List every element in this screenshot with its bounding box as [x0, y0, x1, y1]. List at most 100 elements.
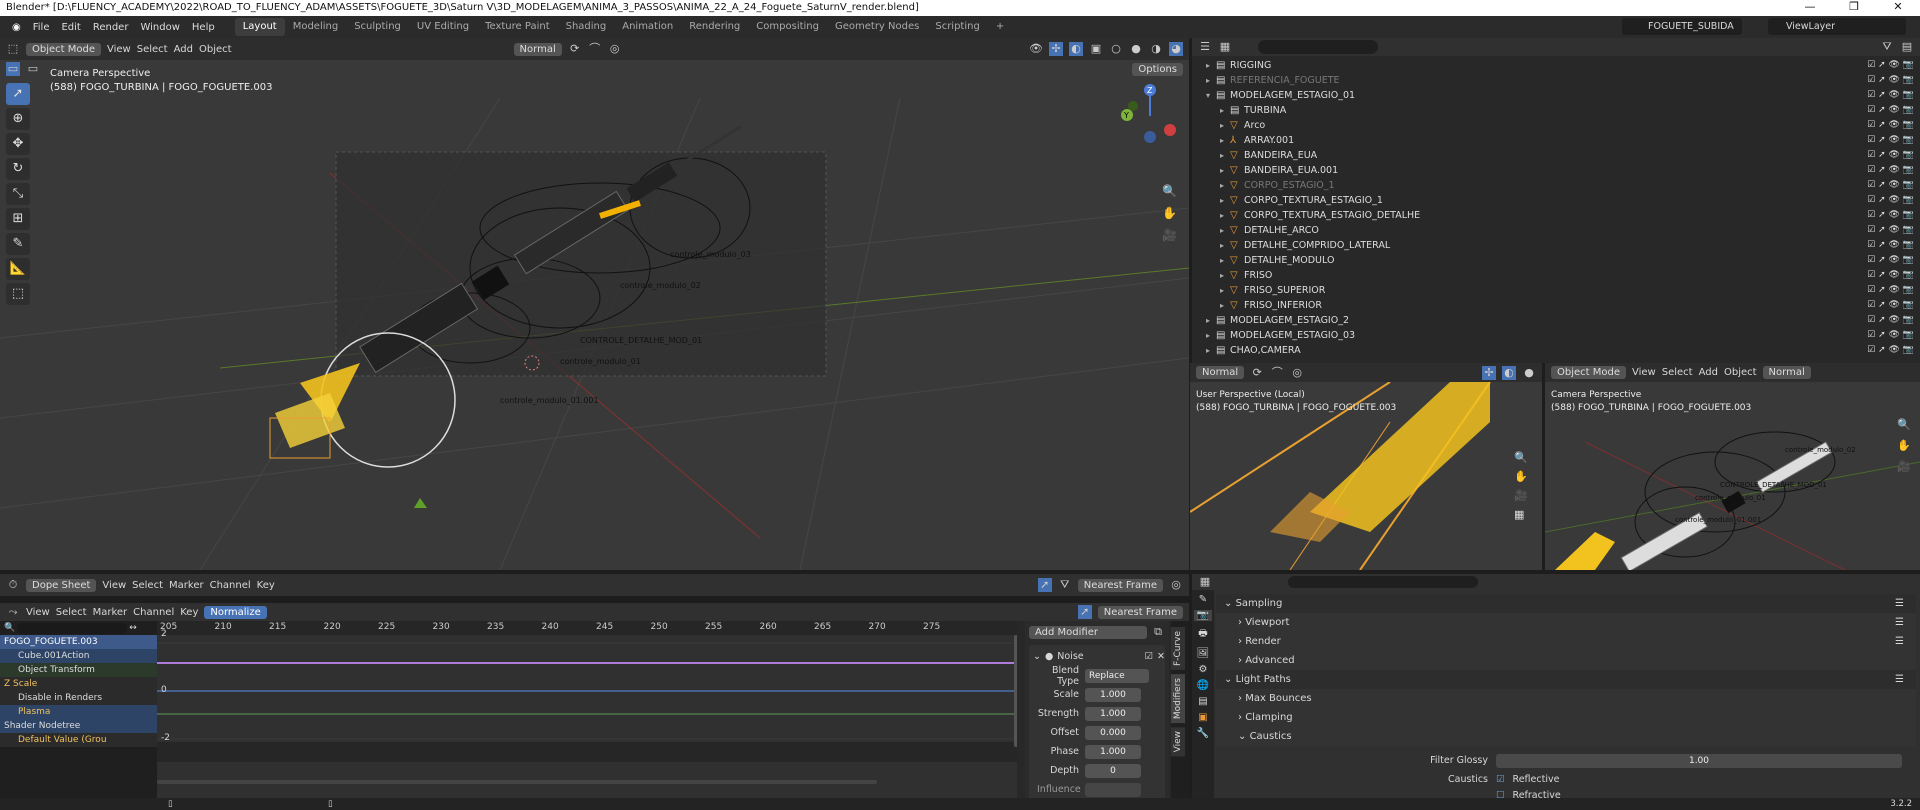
add-workspace-button[interactable]: + — [988, 18, 1012, 36]
panel-caustics[interactable]: ⌄ Caustics — [1216, 727, 1916, 746]
row-visibility-icons[interactable]: ☑ ➚ 👁 📷 — [1867, 58, 1914, 73]
expand-arrow-icon[interactable]: ▸ — [1206, 313, 1216, 328]
local-zoom-icon[interactable]: 🔍 — [1514, 451, 1528, 464]
outliner-row[interactable]: ▸ ▽ CORPO_TEXTURA_ESTAGIO_1 ☑ ➚ 👁 📷 — [1192, 193, 1920, 208]
panel-sampling[interactable]: ⌄ Sampling ☰ — [1216, 594, 1916, 613]
dope-menu-view[interactable]: View — [102, 580, 126, 591]
zoom-icon[interactable]: 🔍 — [1162, 184, 1177, 198]
transform-tool-icon[interactable]: ⊞ — [6, 208, 30, 230]
local-gizmo-icon[interactable]: ✢ — [1482, 365, 1496, 380]
menu-file[interactable]: File — [27, 22, 56, 33]
noise-prop-field[interactable]: 1.000 — [1085, 744, 1141, 759]
frame-ruler[interactable]: 205 210 215 220 225 230 235 240 245 250 255 260 265 2… — [157, 621, 1017, 635]
outliner-search-field[interactable] — [1258, 40, 1378, 54]
panel-viewport[interactable]: › Viewport ☰ — [1216, 613, 1916, 632]
tool-tab-icon[interactable]: ✎ — [1199, 594, 1207, 605]
filter-glossy-field[interactable]: 1.00 — [1496, 753, 1902, 768]
expand-arrow-icon[interactable]: ▸ — [1220, 253, 1230, 268]
channel-search-field[interactable] — [17, 622, 128, 634]
graph-menu-channel[interactable]: Channel — [133, 607, 174, 618]
cam-menu-add[interactable]: Add — [1699, 367, 1718, 378]
tab-scripting[interactable]: Scripting — [927, 18, 987, 36]
cam-zoom-icon[interactable]: 🔍 — [1897, 418, 1911, 431]
cam-mode-dropdown[interactable]: Object Mode — [1551, 366, 1626, 379]
expand-arrow-icon[interactable]: ▸ — [1220, 163, 1230, 178]
scene-tab-icon[interactable]: ⚙ — [1199, 664, 1208, 675]
noise-prop-field[interactable]: 1.000 — [1085, 687, 1141, 702]
menu-help[interactable]: Help — [186, 22, 221, 33]
row-visibility-icons[interactable]: ☑ ➚ 👁 📷 — [1867, 223, 1914, 238]
graph-editor-icon[interactable]: ⤳ — [6, 605, 20, 619]
local-viewport[interactable]: Normal ⟳ ⌒ ◎ ✢ ◐ ● User Perspective (Loc… — [1190, 363, 1542, 570]
modifier-tab-icon[interactable]: 🔧 — [1197, 728, 1209, 739]
channel-row[interactable]: Object Transform — [0, 663, 157, 677]
noise-collapse-icon[interactable]: ⌄ — [1033, 651, 1041, 662]
outliner-row[interactable]: ▸ ▽ FRISO_SUPERIOR ☑ ➚ 👁 📷 — [1192, 283, 1920, 298]
tab-shading[interactable]: Shading — [558, 18, 615, 36]
channel-row[interactable]: Disable in Renders — [0, 691, 157, 705]
minimize-button[interactable]: — — [1788, 0, 1832, 16]
row-visibility-icons[interactable]: ☑ ➚ 👁 📷 — [1867, 133, 1914, 148]
panel-menu-icon[interactable]: ☰ — [1895, 594, 1904, 613]
panel-menu-icon[interactable]: ☰ — [1895, 613, 1904, 632]
outliner-row[interactable]: ▸ ▤ MODELAGEM_ESTAGIO_2 ☑ ➚ 👁 📷 — [1192, 313, 1920, 328]
panel-max-bounces[interactable]: › Max Bounces — [1216, 689, 1916, 708]
graph-filter-icon[interactable]: ➚ — [1077, 605, 1092, 619]
expand-arrow-icon[interactable]: ▸ — [1220, 223, 1230, 238]
cam-menu-object[interactable]: Object — [1724, 367, 1757, 378]
outliner-row[interactable]: ▸ ▤ MODELAGEM_ESTAGIO_03 ☑ ➚ 👁 📷 — [1192, 328, 1920, 343]
local-orientation-dropdown[interactable]: Normal — [1196, 366, 1245, 379]
graph-menu-marker[interactable]: Marker — [93, 607, 128, 618]
expand-arrow-icon[interactable]: ▸ — [1220, 133, 1230, 148]
dope-funnel-icon[interactable]: ⛛ — [1058, 578, 1072, 592]
annotate-tool-icon[interactable]: ✎ — [6, 233, 30, 255]
tab-modifiers[interactable]: Modifiers — [1171, 673, 1185, 724]
tab-uv-editing[interactable]: UV Editing — [409, 18, 477, 36]
local-shading-icon[interactable]: ● — [1522, 366, 1536, 380]
world-tab-icon[interactable]: 🌐 — [1197, 680, 1209, 691]
graph-v-scrollbar[interactable] — [1014, 635, 1017, 747]
menu-window[interactable]: Window — [134, 22, 185, 33]
properties-search-field[interactable] — [1288, 576, 1478, 588]
local-pivot-icon[interactable]: ⟳ — [1250, 366, 1264, 380]
cam-menu-select[interactable]: Select — [1662, 367, 1693, 378]
tab-sculpting[interactable]: Sculpting — [346, 18, 409, 36]
channel-row[interactable]: Default Value (Grou — [0, 733, 157, 747]
panel-light-paths[interactable]: ⌄ Light Paths ☰ — [1216, 670, 1916, 689]
row-visibility-icons[interactable]: ☑ ➚ 👁 📷 — [1867, 268, 1914, 283]
tab-modeling[interactable]: Modeling — [285, 18, 347, 36]
local-camera-icon[interactable]: 🎥 — [1514, 489, 1528, 502]
menu-render[interactable]: Render — [87, 22, 135, 33]
tab-texture-paint[interactable]: Texture Paint — [477, 18, 558, 36]
local-prop-icon[interactable]: ◎ — [1290, 366, 1304, 380]
blend-type-dropdown[interactable]: Replace — [1085, 668, 1149, 683]
main-3d-viewport[interactable]: ⬚ Object Mode View Select Add Object Nor… — [0, 38, 1189, 570]
tab-rendering[interactable]: Rendering — [681, 18, 748, 36]
row-visibility-icons[interactable]: ☑ ➚ 👁 📷 — [1867, 118, 1914, 133]
channel-swap-icon[interactable]: ↔ — [129, 623, 137, 633]
graph-menu-view[interactable]: View — [26, 607, 50, 618]
tab-geometry-nodes[interactable]: Geometry Nodes — [827, 18, 927, 36]
local-snap-icon[interactable]: ⌒ — [1270, 366, 1284, 380]
row-visibility-icons[interactable]: ☑ ➚ 👁 📷 — [1867, 148, 1914, 163]
row-visibility-icons[interactable]: ☑ ➚ 👁 📷 — [1867, 103, 1914, 118]
outliner-row[interactable]: ▸ ▤ TURBINA ☑ ➚ 👁 📷 — [1192, 103, 1920, 118]
noise-prop-field[interactable]: 0.000 — [1085, 725, 1141, 740]
add-modifier-dropdown[interactable]: Add Modifier — [1029, 625, 1147, 639]
noise-prop-field[interactable]: 1.000 — [1085, 706, 1141, 721]
outliner-row[interactable]: ▸ ▽ BANDEIRA_EUA ☑ ➚ 👁 📷 — [1192, 148, 1920, 163]
properties-editor-icon[interactable]: ▦ — [1198, 575, 1212, 589]
cam-menu-view[interactable]: View — [1632, 367, 1656, 378]
panel-clamping[interactable]: › Clamping — [1216, 708, 1916, 727]
scene-selector[interactable]: FOGUETE_SUBIDA — [1622, 18, 1742, 35]
dope-menu-channel[interactable]: Channel — [210, 580, 251, 591]
row-visibility-icons[interactable]: ☑ ➚ 👁 📷 — [1867, 238, 1914, 253]
outliner-row[interactable]: ▸ ▽ BANDEIRA_EUA.001 ☑ ➚ 👁 📷 — [1192, 163, 1920, 178]
graph-menu-key[interactable]: Key — [180, 607, 198, 618]
rotate-tool-icon[interactable]: ↻ — [6, 158, 30, 180]
normalize-toggle[interactable]: Normalize — [204, 605, 267, 619]
expand-arrow-icon[interactable]: ▸ — [1220, 118, 1230, 133]
menu-edit[interactable]: Edit — [55, 22, 86, 33]
copy-modifier-icon[interactable]: ⧉ — [1151, 625, 1165, 639]
outliner-row[interactable]: ▸ ▽ CORPO_ESTAGIO_1 ☑ ➚ 👁 📷 — [1192, 178, 1920, 193]
